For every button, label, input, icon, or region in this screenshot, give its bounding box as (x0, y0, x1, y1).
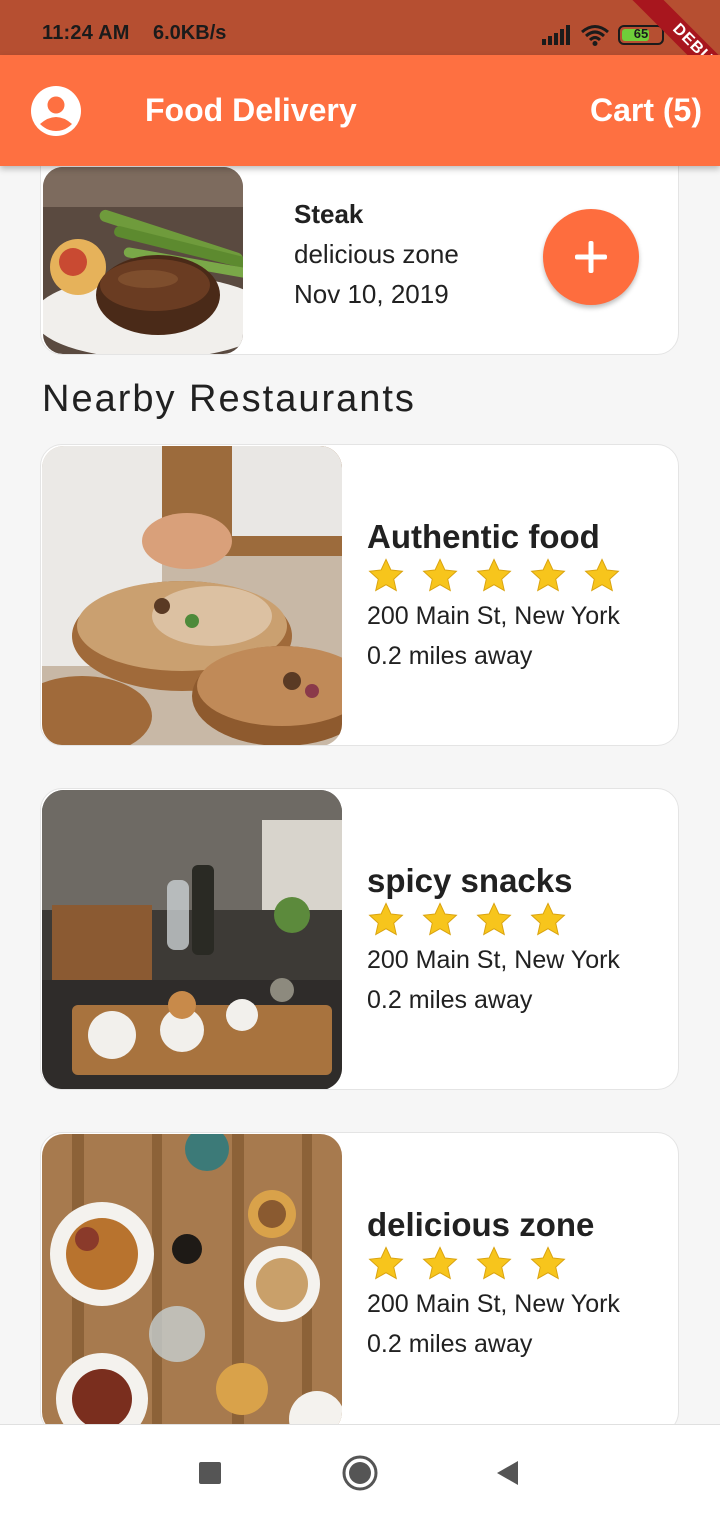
wifi-icon (581, 25, 609, 46)
star-icon (476, 1246, 512, 1280)
restaurant-photo (42, 790, 342, 1089)
restaurant-name: delicious zone (367, 1206, 595, 1243)
featured-food-card[interactable]: Steak delicious zone Nov 10, 2019 (40, 140, 679, 355)
star-icon (368, 1246, 404, 1280)
food-name: Steak (294, 199, 364, 229)
back-triangle-icon (497, 1461, 518, 1485)
home-button[interactable] (340, 1453, 380, 1493)
star-icon (530, 558, 566, 592)
home-circle-icon (342, 1455, 378, 1491)
restaurant-address: 200 Main St, New York (367, 946, 620, 974)
restaurant-photo (42, 446, 342, 745)
star-icon (476, 558, 512, 592)
restaurant-address: 200 Main St, New York (367, 1290, 620, 1318)
restaurant-photo (42, 1134, 342, 1433)
rating-stars (367, 1245, 567, 1283)
app-bar: Food Delivery Cart (5) (0, 55, 720, 166)
battery-level: 65 (633, 26, 649, 41)
app-title: Food Delivery (145, 92, 357, 128)
recents-square-icon (199, 1462, 221, 1484)
section-title: Nearby Restaurants (42, 378, 416, 420)
star-icon (530, 1246, 566, 1280)
restaurant-name: spicy snacks (367, 862, 573, 899)
star-icon (422, 902, 458, 936)
status-time: 11:24 AM (42, 22, 130, 44)
rating-stars (367, 901, 567, 939)
plus-icon (575, 241, 607, 273)
order-date: Nov 10, 2019 (294, 279, 449, 309)
restaurant-distance: 0.2 miles away (367, 986, 533, 1014)
star-icon (530, 902, 566, 936)
battery-icon: 65 (618, 25, 664, 45)
back-button[interactable] (487, 1453, 527, 1493)
cart-button[interactable]: Cart (5) (590, 92, 702, 129)
add-to-cart-button[interactable] (543, 209, 639, 305)
system-nav-bar (0, 1424, 720, 1520)
network-speed: 6.0KB/s (153, 22, 227, 44)
status-icons: 65 (542, 22, 664, 48)
account-circle-icon[interactable] (31, 86, 81, 136)
rating-stars (367, 557, 621, 595)
star-icon (584, 558, 620, 592)
recents-button[interactable] (190, 1453, 230, 1493)
restaurant-name: delicious zone (294, 239, 459, 269)
signal-icon (542, 25, 570, 45)
restaurant-card[interactable]: spicy snacks 200 Main St, New York 0.2 m… (40, 788, 679, 1090)
restaurant-name: Authentic food (367, 518, 600, 555)
star-icon (368, 558, 404, 592)
star-icon (476, 902, 512, 936)
restaurant-card[interactable]: Authentic food 200 Main St, New York 0.2… (40, 444, 679, 746)
status-bar: 11:24 AM 6.0KB/s 65 DEBUG (0, 0, 720, 55)
star-icon (368, 902, 404, 936)
restaurant-distance: 0.2 miles away (367, 642, 533, 670)
star-icon (422, 1246, 458, 1280)
star-icon (422, 558, 458, 592)
steak-photo (43, 167, 243, 354)
restaurant-distance: 0.2 miles away (367, 1330, 533, 1358)
restaurant-address: 200 Main St, New York (367, 602, 620, 630)
restaurant-card[interactable]: delicious zone 200 Main St, New York 0.2… (40, 1132, 679, 1434)
